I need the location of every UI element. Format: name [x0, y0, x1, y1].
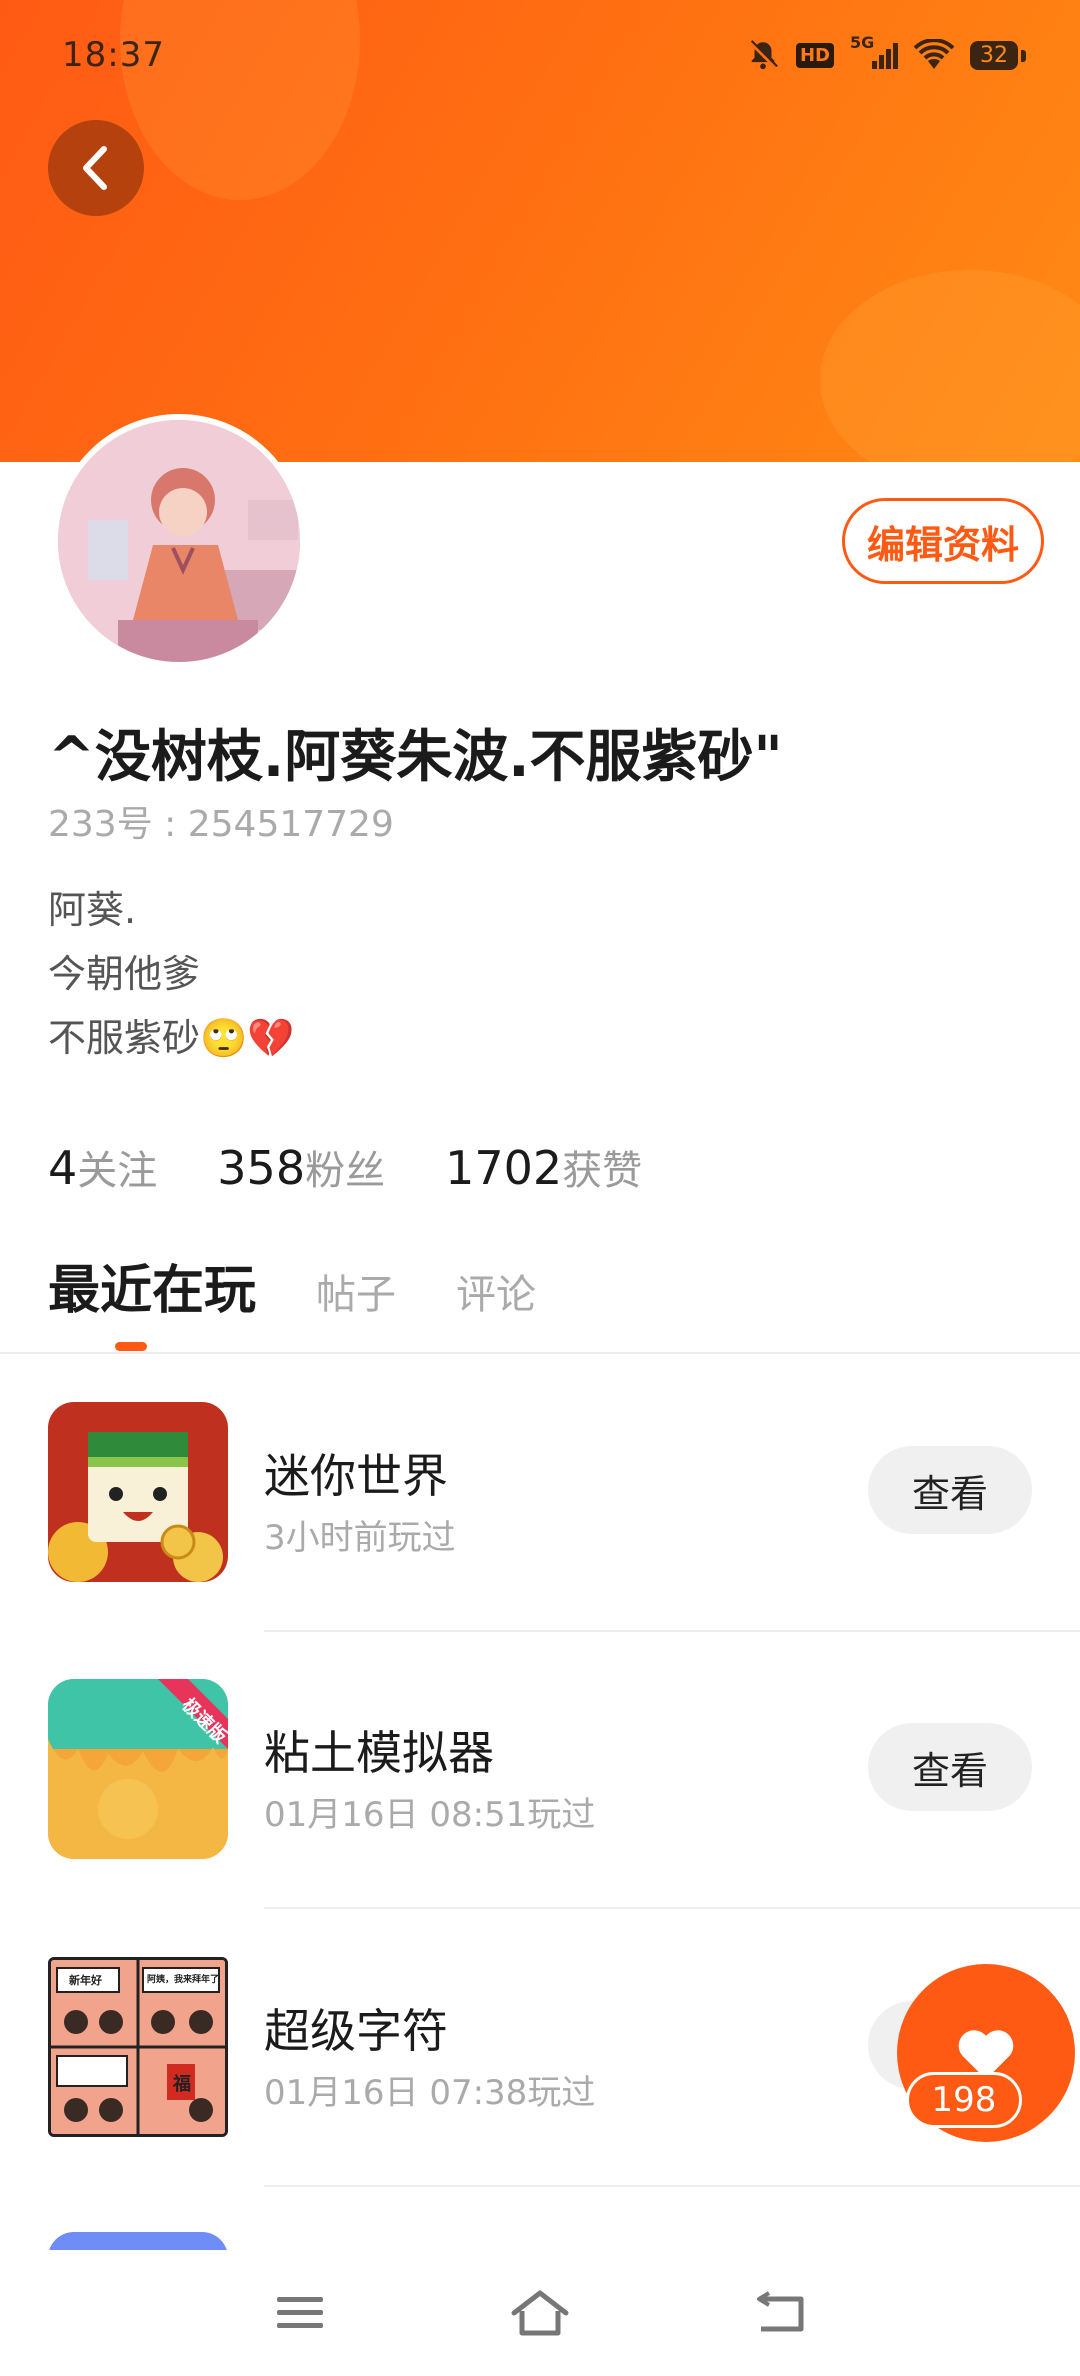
stat-label: 获赞 [562, 1148, 643, 1194]
status-time: 18:37 [62, 35, 165, 75]
tab-posts[interactable]: 帖子 [316, 1262, 396, 1320]
view-button[interactable]: 查看 [868, 1723, 1032, 1811]
stat-following[interactable]: 4 关注 [48, 1138, 157, 1196]
user-id: 233号 : 254517729 [48, 804, 394, 845]
stat-followers[interactable]: 358 粉丝 [217, 1138, 385, 1196]
network-label: 5G [850, 33, 875, 52]
menu-icon [277, 2297, 323, 2328]
chevron-left-icon [83, 146, 107, 190]
divider [264, 1907, 1080, 1909]
tab-recently-played[interactable]: 最近在玩 [48, 1248, 256, 1323]
tab-comments[interactable]: 评论 [456, 1262, 536, 1320]
back-icon [757, 2291, 804, 2332]
bio-line: 不服紫砂🙄💔 [48, 1016, 295, 1060]
game-title: 粘土模拟器 [264, 1726, 494, 1780]
comic-text: 阿姨，我来拜年了 [147, 1975, 220, 1985]
battery-icon: 32 [970, 40, 1026, 70]
game-icon-clay-simulator: 极速版 [48, 1679, 228, 1859]
avatar-image [58, 420, 300, 662]
banner-decoration [820, 270, 1080, 462]
list-item[interactable]: 极速版 粘土模拟器 01月16日 08:51玩过 查看 [0, 1679, 1080, 1957]
edit-profile-button[interactable]: 编辑资料 [842, 498, 1044, 584]
hd-icon: HD [795, 42, 834, 68]
bio: 阿葵. 今朝他爹 不服紫砂🙄💔 [48, 878, 295, 1070]
stat-label: 关注 [77, 1148, 158, 1194]
bio-line: 今朝他爹 [48, 952, 201, 996]
comic-text: 新年好 [69, 1974, 102, 1987]
game-last-played: 3小时前玩过 [264, 1518, 456, 1558]
game-icon-super-characters: 新年好 阿姨，我来拜年了 福 [48, 1957, 228, 2137]
comic-text: 福 [173, 2074, 191, 2095]
stat-number: 4 [48, 1141, 78, 1195]
tab-bar: 最近在玩 帖子 评论 [48, 1248, 536, 1323]
like-count: 198 [906, 2072, 1022, 2128]
divider [264, 1630, 1080, 1632]
stats-row: 4 关注 358 粉丝 1702 获赞 [48, 1138, 642, 1196]
signal-icon: 5G [850, 33, 898, 73]
wifi-icon [914, 39, 954, 71]
game-title: 超级字符 [264, 2004, 448, 2058]
stat-likes[interactable]: 1702 获赞 [445, 1138, 642, 1196]
game-title: 迷你世界 [264, 1449, 448, 1503]
menu-button[interactable] [260, 2273, 340, 2353]
stat-label: 粉丝 [305, 1148, 386, 1194]
bell-muted-icon [746, 38, 780, 72]
stat-number: 358 [217, 1141, 306, 1195]
avatar[interactable] [52, 414, 306, 668]
game-last-played: 01月16日 08:51玩过 [264, 1795, 596, 1835]
back-nav-button[interactable] [740, 2273, 820, 2353]
view-button[interactable]: 查看 [868, 1446, 1032, 1534]
status-bar: 18:37 HD 5G 32 [0, 0, 1080, 110]
stat-number: 1702 [445, 1141, 563, 1195]
list-item[interactable]: 迷你世界 3小时前玩过 查看 [0, 1402, 1080, 1680]
game-last-played: 01月16日 07:38玩过 [264, 2073, 596, 2113]
bio-line: 阿葵. [48, 888, 137, 932]
nickname: ^没树枝.阿葵朱波.不服紫砂" [48, 725, 783, 790]
home-icon [511, 2290, 569, 2336]
status-icons: HD 5G 32 [746, 33, 1026, 73]
game-icon-mini-world [48, 1402, 228, 1582]
tab-indicator [115, 1342, 147, 1351]
home-button[interactable] [500, 2273, 580, 2353]
back-button[interactable] [48, 120, 144, 216]
system-nav-bar [0, 2250, 1080, 2376]
divider [0, 1352, 1080, 1354]
divider [264, 2185, 1080, 2187]
